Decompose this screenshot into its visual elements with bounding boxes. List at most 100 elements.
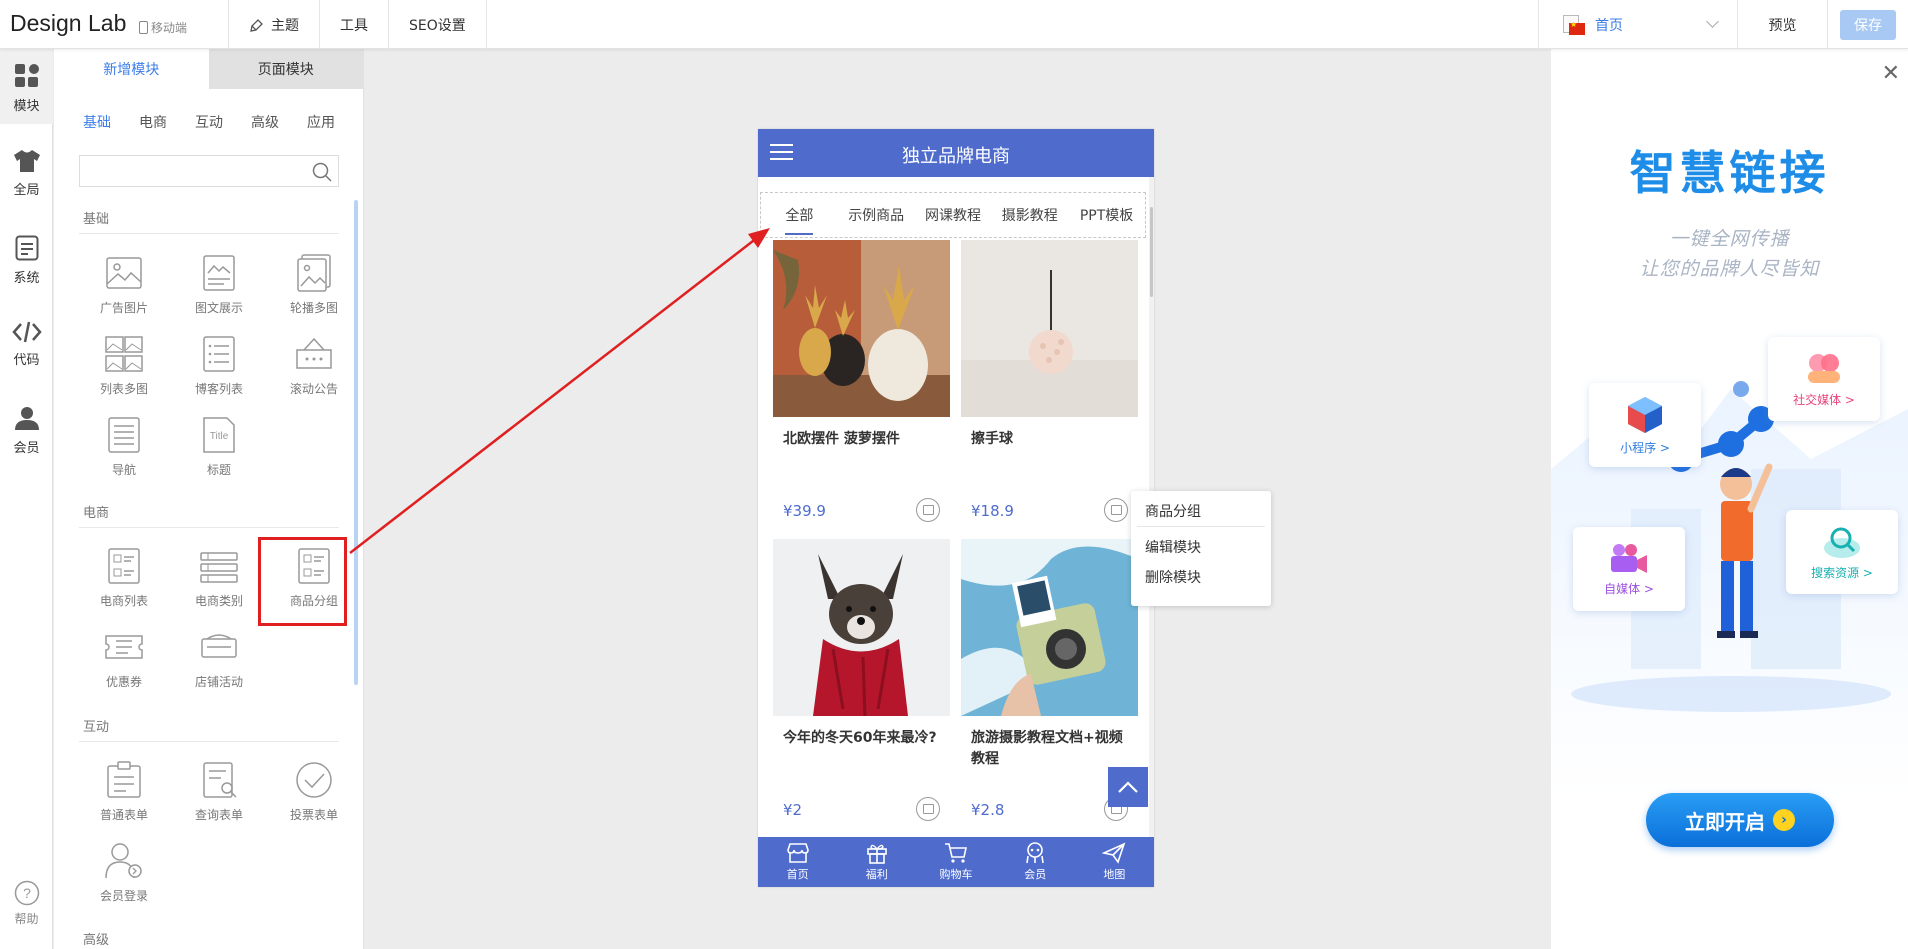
module-label: 标题 bbox=[206, 463, 231, 477]
product-tab-sample[interactable]: 示例商品 bbox=[838, 199, 915, 231]
product-image-pineapple[interactable] bbox=[773, 240, 950, 417]
module-list-images[interactable]: 列表多图 bbox=[84, 334, 164, 397]
module-query-form[interactable]: 查询表单 bbox=[179, 760, 259, 823]
section-advanced-title: 高级 bbox=[83, 933, 110, 948]
category-ecommerce[interactable]: 电商 bbox=[139, 112, 167, 132]
module-member-login[interactable]: 会员登录 bbox=[84, 841, 164, 904]
tabbar-home[interactable]: 首页 bbox=[758, 837, 837, 887]
phone-tabbar: 首页 福利 购物车 会员 地图 bbox=[758, 837, 1154, 887]
module-carousel[interactable]: 轮播多图 bbox=[274, 253, 354, 316]
tabbar-map[interactable]: 地图 bbox=[1075, 837, 1154, 887]
rail-label-member: 会员 bbox=[13, 441, 40, 456]
phone-preview: 独立品牌电商 全部 示例商品 网课教程 摄影教程 PPT模板 北欧摆件 菠萝摆件 bbox=[758, 129, 1154, 887]
tabbar-cart[interactable]: 购物车 bbox=[916, 837, 995, 887]
rail-item-member[interactable]: 会员 bbox=[0, 405, 53, 456]
module-label: 投票表单 bbox=[289, 808, 338, 822]
module-announcement[interactable]: 滚动公告 bbox=[274, 334, 354, 397]
module-vote-form[interactable]: 投票表单 bbox=[274, 760, 354, 823]
brand-logo[interactable]: Design Lab bbox=[10, 10, 126, 37]
close-icon[interactable]: ✕ bbox=[1882, 63, 1900, 85]
module-navigation[interactable]: 导航 bbox=[84, 415, 164, 478]
category-advanced[interactable]: 高级 bbox=[251, 112, 279, 132]
page-select-value: 首页 bbox=[1595, 17, 1623, 34]
divider bbox=[79, 527, 339, 528]
tab-page-module[interactable]: 页面模块 bbox=[208, 49, 363, 89]
ad-cta-label: 立即开启 bbox=[1685, 809, 1765, 834]
module-coupon[interactable]: 优惠券 bbox=[84, 627, 164, 690]
tabbar-label: 首页 bbox=[786, 868, 809, 881]
top-bar: Design Lab 移动端 主题 工具 SEO设置 首页 预览 保存 bbox=[0, 0, 1908, 49]
ad-card-search[interactable]: 搜索资源 > bbox=[1786, 510, 1898, 594]
search-icon[interactable] bbox=[312, 162, 332, 182]
rail-item-system[interactable]: 系统 bbox=[0, 235, 53, 286]
menu-theme[interactable]: 主题 bbox=[229, 0, 320, 49]
ad-card-miniprogram[interactable]: 小程序 > bbox=[1589, 383, 1701, 467]
module-blog-list[interactable]: 博客列表 bbox=[179, 334, 259, 397]
module-label: 优惠券 bbox=[105, 675, 142, 689]
context-menu-title: 商品分组 bbox=[1145, 504, 1201, 520]
edit-module-item[interactable]: 编辑模块 bbox=[1145, 537, 1201, 557]
menu-seo[interactable]: SEO设置 bbox=[389, 0, 487, 49]
preview-button[interactable]: 预览 bbox=[1738, 0, 1828, 49]
ad-card-media[interactable]: 自媒体 > bbox=[1573, 527, 1685, 611]
category-interact[interactable]: 互动 bbox=[195, 112, 223, 132]
product-card[interactable]: 今年的冬天60年来最冷? ¥2 bbox=[773, 539, 950, 821]
product-tab-ppt[interactable]: PPT模板 bbox=[1068, 199, 1145, 231]
product-tab-course[interactable]: 网课教程 bbox=[915, 199, 992, 231]
rail-label-code: 代码 bbox=[13, 353, 40, 368]
product-card[interactable]: 北欧摆件 菠萝摆件 ¥39.9 bbox=[773, 240, 950, 522]
product-image-ball[interactable] bbox=[961, 240, 1138, 417]
add-to-cart-icon[interactable] bbox=[916, 797, 940, 821]
module-label: 列表多图 bbox=[99, 382, 148, 396]
product-tab-photo[interactable]: 摄影教程 bbox=[991, 199, 1068, 231]
category-basic[interactable]: 基础 bbox=[83, 112, 111, 132]
product-tab-all[interactable]: 全部 bbox=[761, 199, 838, 235]
module-image-text[interactable]: 图文展示 bbox=[179, 253, 259, 316]
product-card[interactable]: 旅游摄影教程文档+视频教程 ¥2.8 bbox=[961, 539, 1138, 821]
divider bbox=[79, 741, 339, 742]
ad-start-button[interactable]: 立即开启 › bbox=[1646, 793, 1834, 847]
product-image-camera[interactable] bbox=[961, 539, 1138, 716]
product-image-dog[interactable] bbox=[773, 539, 950, 716]
rail-item-global[interactable]: 全局 bbox=[0, 149, 53, 198]
add-to-cart-icon[interactable] bbox=[916, 498, 940, 522]
save-button[interactable]: 保存 bbox=[1840, 9, 1896, 40]
ad-card-social[interactable]: 社交媒体 > bbox=[1768, 337, 1880, 421]
navigation-icon bbox=[108, 417, 140, 453]
module-ecommerce-category[interactable]: 电商类别 bbox=[179, 546, 259, 609]
tab-add-module[interactable]: 新增模块 bbox=[54, 49, 209, 89]
tabbar-label: 购物车 bbox=[939, 868, 973, 881]
module-store-activity[interactable]: 店铺活动 bbox=[179, 627, 259, 690]
module-search-input[interactable] bbox=[80, 156, 300, 186]
rail-item-code[interactable]: 代码 bbox=[0, 321, 53, 368]
mobile-view-toggle[interactable]: 移动端 bbox=[139, 19, 187, 36]
product-name[interactable]: 擦手球 bbox=[961, 429, 1131, 473]
module-normal-form[interactable]: 普通表单 bbox=[84, 760, 164, 823]
tabbar-label: 会员 bbox=[1024, 868, 1047, 881]
menu-tools[interactable]: 工具 bbox=[320, 0, 389, 49]
product-name[interactable]: 旅游摄影教程文档+视频教程 bbox=[961, 728, 1131, 772]
product-card[interactable]: 擦手球 ¥18.9 bbox=[961, 240, 1138, 522]
language-flag-icon bbox=[1563, 14, 1585, 35]
category-apps[interactable]: 应用 bbox=[307, 112, 335, 132]
panel-scrollbar[interactable] bbox=[354, 200, 358, 685]
module-label: 电商列表 bbox=[99, 594, 148, 608]
help-button[interactable]: ? 帮助 bbox=[0, 880, 53, 927]
module-ad-image[interactable]: 广告图片 bbox=[84, 253, 164, 316]
tabbar-member[interactable]: 会员 bbox=[996, 837, 1075, 887]
delete-module-item[interactable]: 删除模块 bbox=[1145, 567, 1201, 587]
highlight-box bbox=[258, 537, 347, 626]
product-name[interactable]: 今年的冬天60年来最冷? bbox=[773, 728, 943, 772]
divider bbox=[79, 233, 339, 234]
add-to-cart-icon[interactable] bbox=[1104, 498, 1128, 522]
module-ecommerce-list[interactable]: 电商列表 bbox=[84, 546, 164, 609]
arrow-right-icon: › bbox=[1773, 809, 1795, 831]
tabbar-welfare[interactable]: 福利 bbox=[837, 837, 916, 887]
product-name[interactable]: 北欧摆件 菠萝摆件 bbox=[773, 429, 943, 473]
page-select[interactable]: 首页 bbox=[1538, 0, 1738, 49]
module-title[interactable]: Title 标题 bbox=[179, 415, 259, 478]
rail-item-modules[interactable]: 模块 bbox=[0, 49, 53, 124]
coupon-icon bbox=[105, 635, 143, 659]
phone-header: 独立品牌电商 bbox=[758, 129, 1154, 177]
back-to-top-button[interactable] bbox=[1108, 767, 1148, 807]
